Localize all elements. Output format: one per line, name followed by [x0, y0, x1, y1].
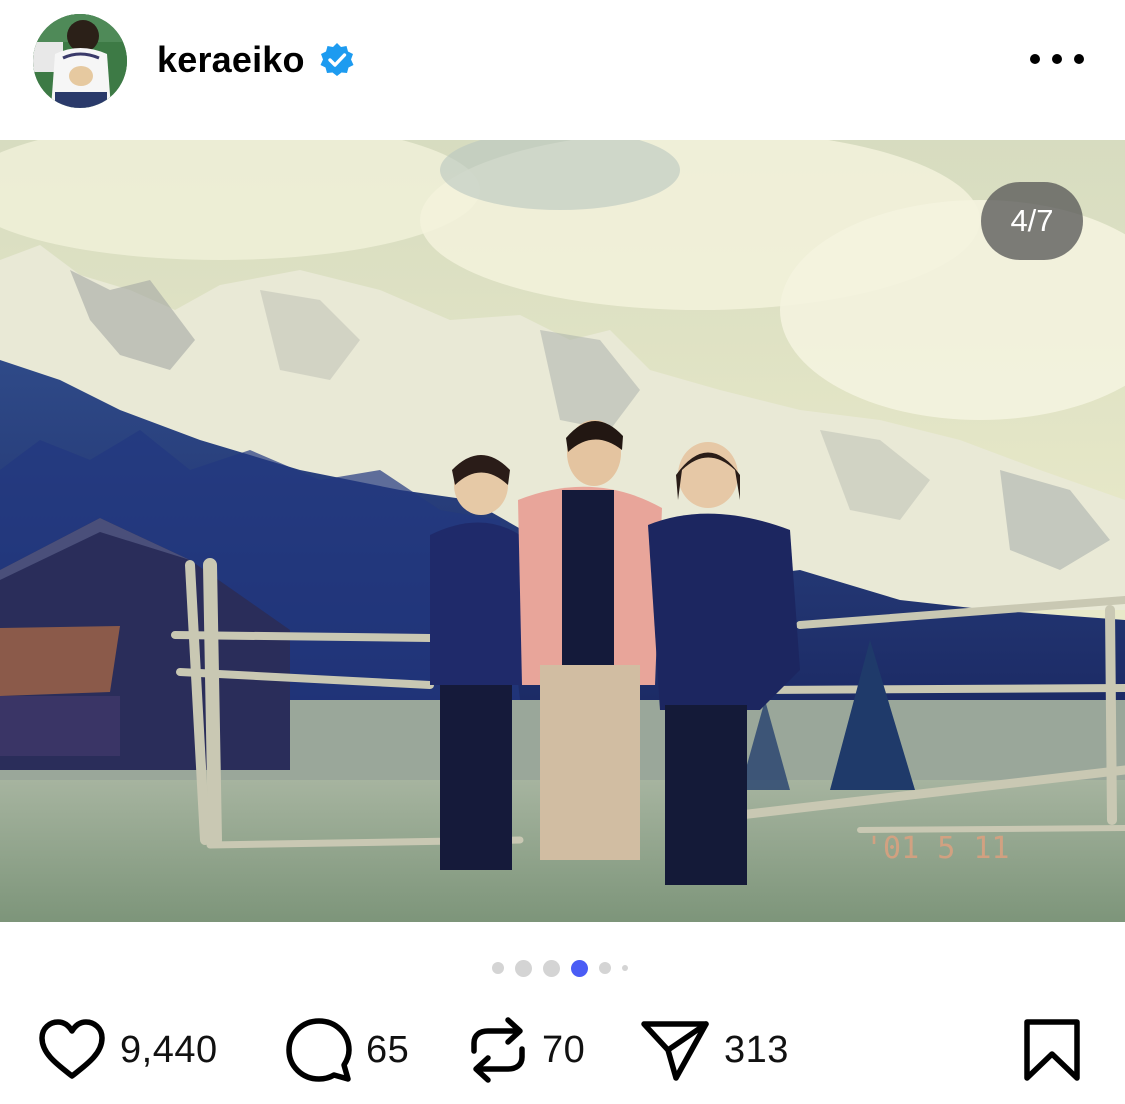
- carousel-dot: [599, 962, 611, 974]
- action-bar: 9,440 65 70 313: [0, 1012, 1125, 1088]
- send-icon: [641, 1021, 709, 1081]
- like-button[interactable]: 9,440: [38, 1012, 218, 1088]
- repost-icon: [471, 1017, 525, 1083]
- repost-count: 70: [542, 1028, 586, 1071]
- repost-button[interactable]: 70: [468, 1012, 585, 1088]
- bookmark-icon: [1024, 1019, 1080, 1081]
- carousel-dot-active: [571, 959, 588, 977]
- carousel-dot: [543, 959, 560, 977]
- carousel-dots: [492, 958, 639, 978]
- share-count: 313: [724, 1028, 789, 1071]
- post-photo[interactable]: '01 5 11: [0, 140, 1125, 922]
- carousel-dot: [492, 962, 504, 974]
- comment-button[interactable]: 65: [286, 1012, 409, 1088]
- like-count: 9,440: [120, 1028, 218, 1071]
- carousel-dot: [515, 959, 532, 977]
- bookmark-button[interactable]: [1022, 1018, 1082, 1087]
- post-header: keraeiko: [0, 0, 1125, 140]
- photo-counter: 4/7: [981, 182, 1083, 260]
- verified-badge-icon: [319, 42, 355, 78]
- more-icon[interactable]: [1030, 44, 1084, 74]
- date-stamp: '01 5 11: [865, 831, 1010, 866]
- comment-count: 65: [366, 1028, 410, 1071]
- comment-icon: [286, 1018, 352, 1082]
- carousel-dot: [622, 965, 628, 971]
- heart-icon: [39, 1019, 105, 1079]
- avatar[interactable]: [33, 14, 127, 108]
- username[interactable]: keraeiko: [157, 39, 305, 81]
- username-row: keraeiko: [157, 38, 355, 82]
- share-button[interactable]: 313: [640, 1012, 789, 1088]
